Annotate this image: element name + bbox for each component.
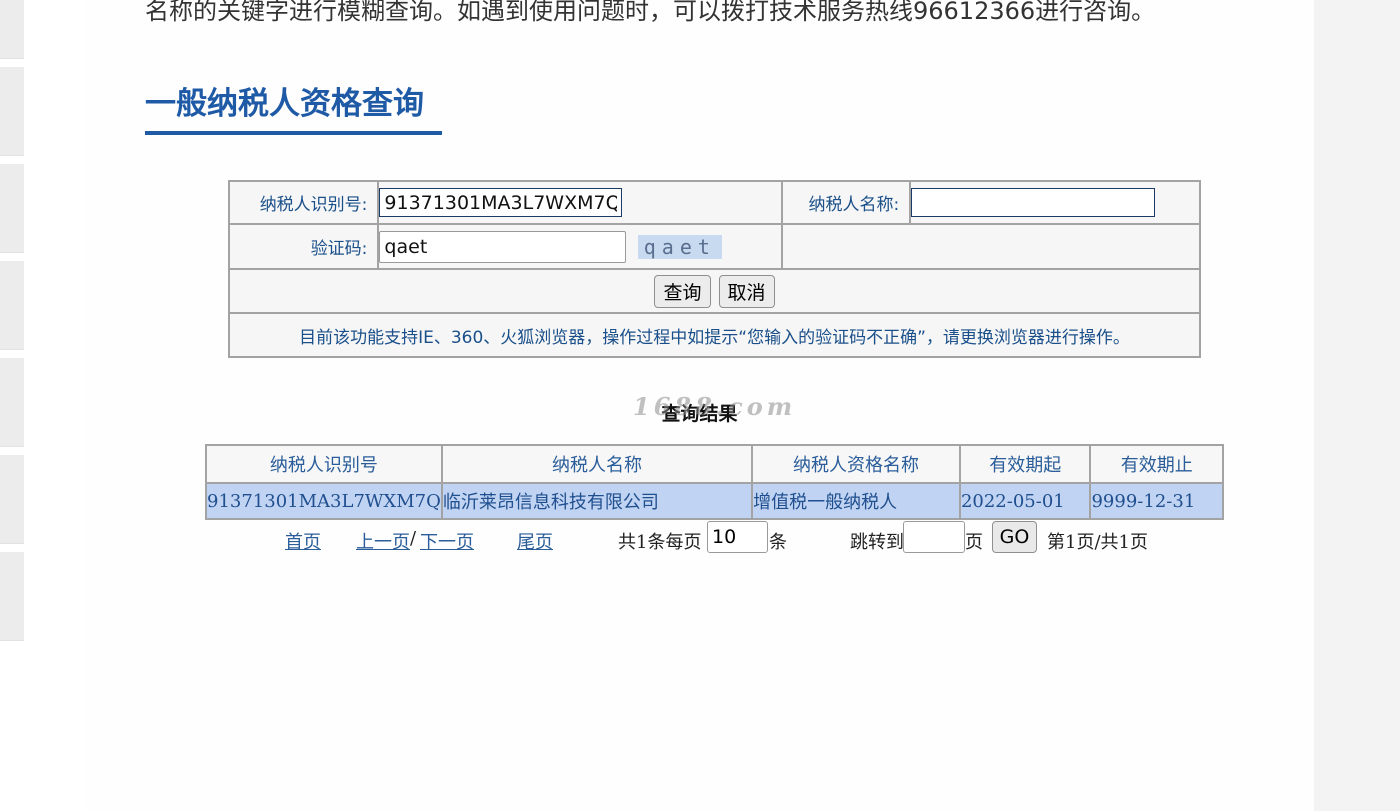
side-tab[interactable]	[0, 455, 24, 544]
total-count-text: 共1条每页	[618, 532, 702, 553]
captcha-label: 验证码:	[227, 223, 380, 270]
page-size-input[interactable]	[707, 521, 768, 553]
cancel-button[interactable]: 取消	[718, 274, 775, 308]
side-tab[interactable]	[0, 67, 24, 156]
side-tab[interactable]	[0, 358, 24, 447]
taxpayer-name-label: 纳税人名称:	[780, 180, 912, 225]
column-header: 有效期止	[1089, 444, 1224, 484]
taxpayer-id-label: 纳税人识别号:	[227, 180, 380, 225]
first-page-link[interactable]: 首页	[285, 528, 321, 554]
captcha-input[interactable]	[379, 230, 627, 263]
taxpayer-name-input[interactable]	[911, 188, 1156, 217]
page-title: 一般纳税人资格查询	[145, 86, 424, 122]
form-actions: 查询 取消	[228, 268, 1201, 314]
jump-page-unit: 页	[965, 532, 983, 553]
side-tab-strip	[0, 0, 24, 811]
side-tab[interactable]	[0, 164, 24, 253]
column-header: 纳税人名称	[440, 444, 754, 484]
valid-to-cell: 9999-12-31	[1089, 482, 1224, 520]
side-tab[interactable]	[0, 261, 24, 350]
jump-label: 跳转到	[850, 532, 904, 553]
side-tab[interactable]	[0, 552, 24, 641]
query-button[interactable]: 查询	[654, 274, 711, 308]
valid-from-cell: 2022-05-01	[958, 482, 1092, 520]
taxpayer-id-cell: 91371301MA3L7WXM7Q	[205, 482, 443, 520]
page-status: 第1页/共1页	[1047, 532, 1148, 553]
jump-page-input[interactable]	[903, 521, 965, 553]
pager-separator: /	[410, 528, 417, 549]
empty-cell	[780, 223, 1202, 270]
column-header: 纳税人资格名称	[751, 444, 961, 484]
side-tab[interactable]	[0, 0, 24, 59]
table-row: 91371301MA3L7WXM7Q 临沂莱昂信息科技有限公司 增值税一般纳税人…	[205, 482, 1224, 520]
captcha-image[interactable]: qaet	[637, 234, 722, 259]
right-margin	[1314, 0, 1400, 811]
result-table: 纳税人识别号 纳税人名称 纳税人资格名称 有效期起 有效期止 91371301M…	[205, 444, 1224, 520]
go-button[interactable]: GO	[992, 521, 1037, 553]
last-page-link[interactable]: 尾页	[517, 528, 553, 554]
taxpayer-id-input[interactable]	[379, 188, 623, 217]
table-header-row: 纳税人识别号 纳税人名称 纳税人资格名称 有效期起 有效期止	[205, 444, 1224, 484]
taxpayer-name-cell: 临沂莱昂信息科技有限公司	[440, 482, 754, 520]
column-header: 有效期起	[958, 444, 1092, 484]
prev-page-link[interactable]: 上一页	[356, 528, 410, 554]
browser-notice: 目前该功能支持IE、360、火狐浏览器，操作过程中如提示“您输入的验证码不正确”…	[228, 312, 1201, 358]
intro-text: 名称的关键字进行模糊查询。如遇到使用问题时，可以拨打技术服务热线96612366…	[145, 0, 1156, 25]
title-underline	[145, 131, 442, 135]
main-content: 名称的关键字进行模糊查询。如遇到使用问题时，可以拨打技术服务热线96612366…	[85, 0, 1314, 811]
next-page-link[interactable]: 下一页	[420, 528, 474, 554]
page-size-unit: 条	[769, 532, 787, 553]
query-form: 纳税人识别号: 纳税人名称: 验证码: qaet 查询取消 目前该功能支持IE、…	[227, 180, 1202, 358]
left-gutter	[24, 0, 86, 811]
watermark-logo: 1688.com	[633, 392, 797, 421]
column-header: 纳税人识别号	[205, 444, 443, 484]
qualification-cell: 增值税一般纳税人	[751, 482, 961, 520]
pagination: 首页 上一页 / 下一页 尾页 共1条每页 条 跳转到 页 GO 第1页/共1页	[205, 520, 1224, 556]
